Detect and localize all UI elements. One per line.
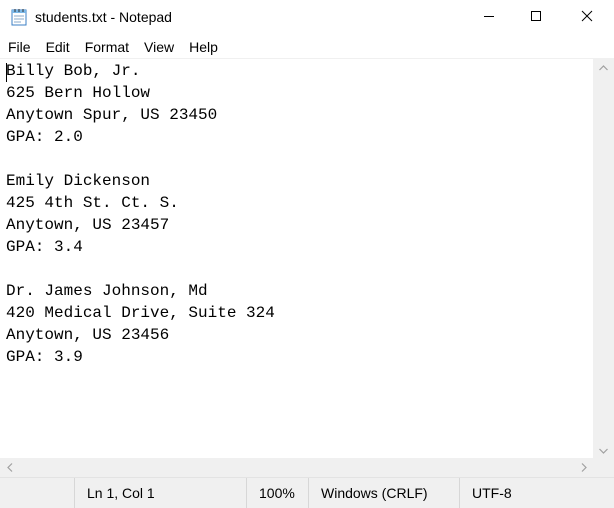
- notepad-icon: [10, 8, 28, 26]
- close-icon: [581, 9, 593, 27]
- editor-line: Emily Dickenson: [6, 172, 151, 190]
- status-zoom: 100%: [246, 478, 308, 508]
- status-cursor-position: Ln 1, Col 1: [74, 478, 246, 508]
- editor-line: GPA: 3.4: [6, 238, 83, 256]
- editor-line: GPA: 3.9: [6, 348, 83, 366]
- maximize-button[interactable]: [513, 0, 559, 36]
- chevron-down-icon: [599, 441, 608, 459]
- vertical-scrollbar[interactable]: [593, 58, 614, 458]
- editor-line: GPA: 2.0: [6, 128, 83, 146]
- status-line-endings: Windows (CRLF): [308, 478, 459, 508]
- editor-line: Dr. James Johnson, Md: [6, 282, 208, 300]
- text-editor[interactable]: Billy Bob, Jr. 625 Bern Hollow Anytown S…: [0, 58, 593, 458]
- scroll-right-button[interactable]: [574, 458, 593, 477]
- title-bar[interactable]: students.txt - Notepad: [0, 0, 614, 36]
- menu-help[interactable]: Help: [181, 36, 225, 58]
- menu-bar: File Edit Format View Help: [0, 36, 614, 58]
- editor-line: Anytown Spur, US 23450: [6, 106, 218, 124]
- menu-format[interactable]: Format: [77, 36, 136, 58]
- editor-line: Billy Bob, Jr.: [6, 62, 141, 80]
- status-encoding: UTF-8: [459, 478, 614, 508]
- scrollbar-corner: [593, 458, 614, 477]
- chevron-left-icon: [6, 459, 13, 477]
- chevron-up-icon: [599, 58, 608, 76]
- editor-line: Anytown, US 23456: [6, 326, 170, 344]
- menu-view[interactable]: View: [136, 36, 181, 58]
- horizontal-scrollbar[interactable]: [0, 458, 593, 477]
- notepad-window: students.txt - Notepad File Edit Format …: [0, 0, 614, 508]
- editor-line: 425 4th St. Ct. S.: [6, 194, 179, 212]
- scroll-left-button[interactable]: [0, 458, 19, 477]
- maximize-icon: [530, 9, 542, 27]
- minimize-icon: [483, 9, 495, 27]
- menu-edit[interactable]: Edit: [38, 36, 77, 58]
- editor-line: 625 Bern Hollow: [6, 84, 151, 102]
- chevron-right-icon: [581, 459, 587, 477]
- menu-file[interactable]: File: [0, 36, 38, 58]
- scroll-up-button[interactable]: [593, 58, 614, 75]
- editor-line: 420 Medical Drive, Suite 324: [6, 304, 275, 322]
- status-empty-cell: [0, 478, 74, 508]
- minimize-button[interactable]: [466, 0, 512, 36]
- status-bar: Ln 1, Col 1 100% Windows (CRLF) UTF-8: [0, 477, 614, 508]
- editor-line: Anytown, US 23457: [6, 216, 170, 234]
- scroll-down-button[interactable]: [593, 441, 614, 458]
- close-button[interactable]: [564, 0, 610, 36]
- window-title: students.txt - Notepad: [35, 9, 172, 25]
